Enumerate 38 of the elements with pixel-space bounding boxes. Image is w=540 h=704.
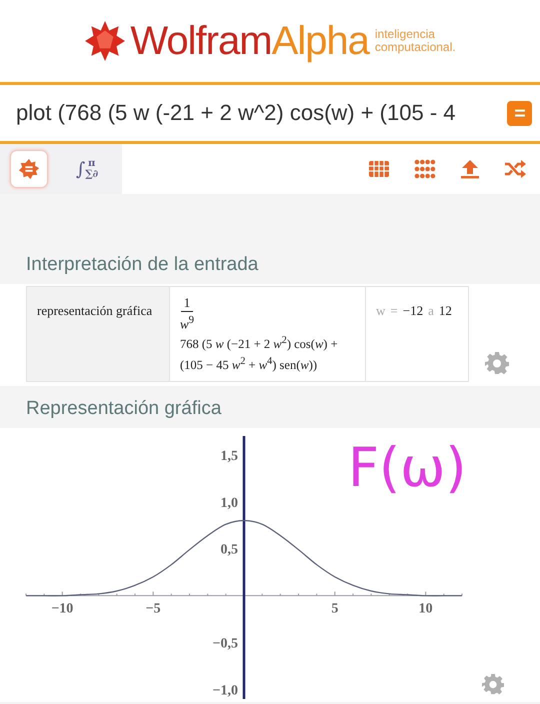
range-text: a (428, 303, 434, 319)
star-logo-icon (84, 20, 126, 62)
axis-label: −10 (51, 601, 74, 616)
settings-icon[interactable] (485, 352, 509, 376)
tagline-text: computacional. (374, 41, 456, 54)
range-text: = (390, 303, 398, 319)
shuffle-icon[interactable] (504, 160, 526, 178)
axis-label: 0,5 (220, 542, 238, 558)
section-title: Representación gráfica (25, 396, 222, 421)
section-title: Interpretación de la entrada (25, 253, 260, 277)
formula-line: (105 − 45 w$^{2}$ + w$^{4}$) sen(w)) (180, 355, 318, 375)
fraction-numerator: 1 (180, 295, 194, 312)
table-cell: representación gráfica (27, 287, 170, 381)
formula-line: 768 (5 w (−21 + 2 w$^{2}$) cos(w) + (180, 334, 339, 354)
logo-text: Wolfram (130, 18, 272, 64)
upload-icon[interactable] (460, 159, 480, 179)
axis-label: 5 (331, 601, 338, 616)
range-text: 12 (438, 303, 452, 319)
keypad-icon[interactable] (414, 159, 436, 179)
natural-language-tab[interactable] (10, 150, 48, 188)
range-text: −12 (402, 303, 424, 319)
axis-label: −5 (146, 601, 161, 616)
query-text: plot (768 (5 w (-21 + 2 w^2) cos(w) + (105 - 4 (16, 100, 456, 126)
axis-label: −1,0 (212, 683, 238, 698)
handwritten-annotation: F(ω) (348, 434, 466, 501)
axis-label: 1,0 (220, 495, 238, 510)
table-icon[interactable] (368, 160, 390, 178)
query-field[interactable]: plot (768 (5 w (-21 + 2 w^2) cos(w) + (105 - 4 (0, 82, 540, 144)
compute-button[interactable] (507, 100, 532, 126)
axis-label: 10 (418, 601, 433, 616)
axis-label: −0,5 (212, 636, 238, 652)
logo-text: Alpha (272, 18, 369, 64)
tagline-text: inteligencia (374, 28, 436, 41)
star-equals-icon (18, 158, 40, 180)
range-text: w (376, 303, 386, 319)
axis-label: 1,5 (220, 448, 238, 464)
fraction-denominator: w$^{9}$ (180, 313, 194, 332)
settings-icon[interactable] (482, 674, 504, 696)
